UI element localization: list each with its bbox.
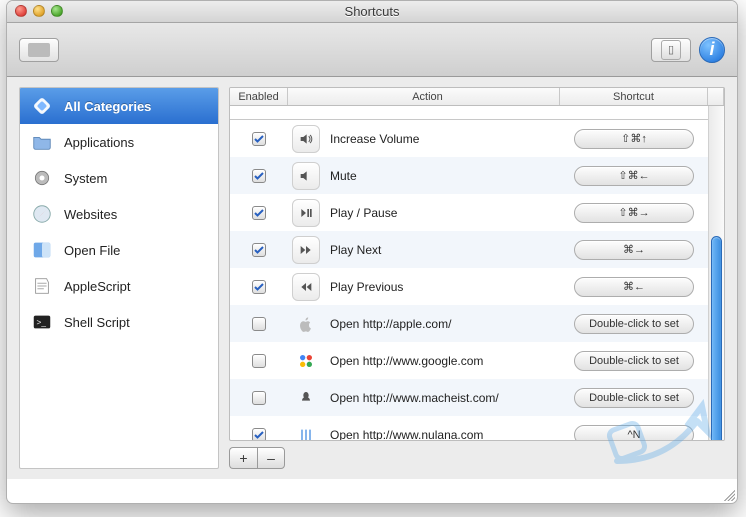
folder-icon [30,130,54,154]
window-controls [15,5,63,17]
google-icon [292,347,320,375]
zoom-button[interactable] [51,5,63,17]
col-shortcut[interactable]: Shortcut [560,88,708,105]
table-footer-buttons: + – [229,447,725,469]
enabled-checkbox[interactable] [252,428,266,441]
sidebar: All Categories Applications System Websi… [19,87,219,469]
mute-icon [292,162,320,190]
table-row[interactable]: Play / Pause ⇧⌘→ [230,194,724,231]
enabled-checkbox[interactable] [252,169,266,183]
safari-icon [30,202,54,226]
table-row[interactable]: Increase Illumination [230,106,724,120]
sidebar-item-label: All Categories [64,99,151,114]
sidebar-item-open-file[interactable]: Open File [20,232,218,268]
sidebar-item-system[interactable]: System [20,160,218,196]
action-label: Open http://apple.com/ [330,317,451,331]
sidebar-item-label: Websites [64,207,117,222]
action-label: Play Previous [330,280,403,294]
gear-icon [30,166,54,190]
table-header: Enabled Action Shortcut [230,88,724,106]
sidebar-item-label: Open File [64,243,120,258]
table-row[interactable]: Mute ⇧⌘← [230,157,724,194]
sidebar-item-label: Shell Script [64,315,130,330]
terminal-icon: >_ [30,310,54,334]
resize-handle[interactable] [721,487,735,501]
shortcut-pill[interactable]: ⇧⌘→ [574,203,694,223]
shortcut-pill[interactable]: ⇧⌘↑ [574,129,694,149]
minimize-button[interactable] [33,5,45,17]
sidebar-item-label: Applications [64,135,134,150]
table-row[interactable]: Open http://www.macheist.com/ Double-cli… [230,379,724,416]
enabled-checkbox[interactable] [252,317,266,331]
titlebar: Shortcuts [7,1,737,23]
scrollbar-thumb[interactable] [711,236,722,441]
remove-button[interactable]: – [257,447,285,469]
diamond-icon [30,94,54,118]
sidebar-item-label: System [64,171,107,186]
action-label: Play / Pause [330,206,397,220]
table-row[interactable]: Increase Volume ⇧⌘↑ [230,120,724,157]
col-scrollbar [708,88,724,105]
shortcut-pill[interactable]: Double-click to set [574,314,694,334]
shortcut-pill[interactable]: ⇧⌘← [574,166,694,186]
table-row[interactable]: Play Next ⌘→ [230,231,724,268]
info-icon: i [709,39,714,60]
finder-icon [30,238,54,262]
sidebar-item-label: AppleScript [64,279,130,294]
shortcuts-table: Enabled Action Shortcut Increase Illumin… [229,87,725,441]
enabled-checkbox[interactable] [252,391,266,405]
enabled-checkbox[interactable] [252,243,266,257]
shortcut-pill[interactable]: ⌘← [574,277,694,297]
action-label: Play Next [330,243,381,257]
nulana-icon [292,421,320,441]
action-label: Open http://www.macheist.com/ [330,391,499,405]
sidebar-item-applescript[interactable]: AppleScript [20,268,218,304]
toolbar: ▯ i [7,23,737,77]
table-row[interactable]: Open http://www.nulana.com ^N [230,416,724,440]
shortcut-pill[interactable]: Double-click to set [574,388,694,408]
shortcut-pill[interactable]: ^N [574,425,694,441]
scrollbar[interactable] [708,106,724,440]
svg-text:>_: >_ [37,318,47,327]
action-label: Open http://www.nulana.com [330,428,483,441]
keyboard-icon [28,43,50,57]
info-button[interactable]: i [699,37,725,63]
sidebar-item-all-categories[interactable]: All Categories [20,88,218,124]
action-label: Open http://www.google.com [330,354,483,368]
table-row[interactable]: Play Previous ⌘← [230,268,724,305]
close-button[interactable] [15,5,27,17]
apple-icon [292,310,320,338]
sidebar-item-websites[interactable]: Websites [20,196,218,232]
shortcut-pill[interactable]: ⌘→ [574,240,694,260]
play-prev-icon [292,273,320,301]
script-icon [30,274,54,298]
play-next-icon [292,236,320,264]
action-label: Mute [330,169,357,183]
toggle-button[interactable]: ▯ [651,38,691,62]
col-action[interactable]: Action [288,88,560,105]
enabled-checkbox[interactable] [252,354,266,368]
add-button[interactable]: + [229,447,257,469]
toggle-icon: ▯ [661,40,681,60]
volume-up-icon [292,125,320,153]
sidebar-item-applications[interactable]: Applications [20,124,218,160]
macheist-icon [292,384,320,412]
keyboard-button[interactable] [19,38,59,62]
enabled-checkbox[interactable] [252,206,266,220]
play-pause-icon [292,199,320,227]
enabled-checkbox[interactable] [252,132,266,146]
table-row[interactable]: Open http://apple.com/ Double-click to s… [230,305,724,342]
sidebar-item-shell-script[interactable]: >_ Shell Script [20,304,218,340]
table-row[interactable]: Open http://www.google.com Double-click … [230,342,724,379]
action-label: Increase Volume [330,132,419,146]
col-enabled[interactable]: Enabled [230,88,288,105]
enabled-checkbox[interactable] [252,280,266,294]
shortcut-pill[interactable]: Double-click to set [574,351,694,371]
window-title: Shortcuts [345,4,400,19]
